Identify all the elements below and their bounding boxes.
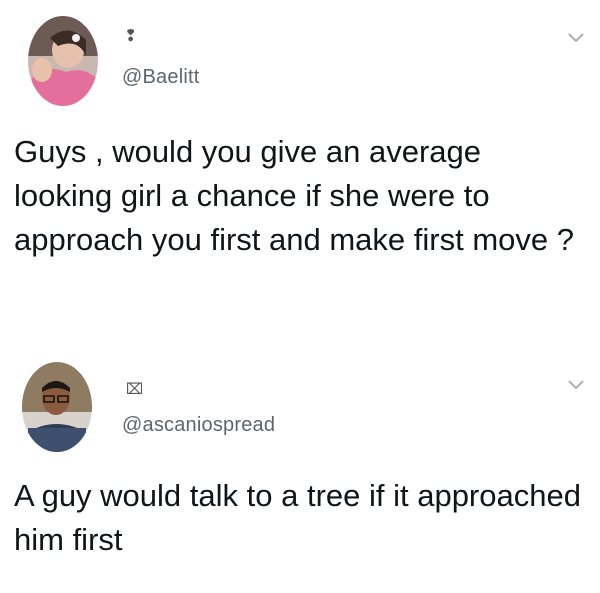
tweet-text: A guy would talk to a tree if it approac… [14,478,581,557]
avatar[interactable] [28,16,98,106]
tweet-original[interactable]: ❢ @Baelitt Guys , would you give an aver… [0,0,600,340]
tweet-text: Guys , would you give an average looking… [14,134,574,257]
display-name[interactable]: ⌧ [126,380,143,398]
username-handle[interactable]: @ascaniospread [122,414,275,437]
profile-photo-man-icon [22,362,92,452]
tweet-reply[interactable]: ⌧ @ascaniospread A guy would talk to a t… [0,350,600,593]
username-handle[interactable]: @Baelitt [122,66,200,89]
profile-photo-woman-icon [28,16,98,106]
chevron-down-icon[interactable] [566,378,586,392]
chevron-down-icon[interactable] [566,31,586,45]
avatar[interactable] [22,362,92,452]
display-name[interactable]: ❢ [124,26,137,45]
